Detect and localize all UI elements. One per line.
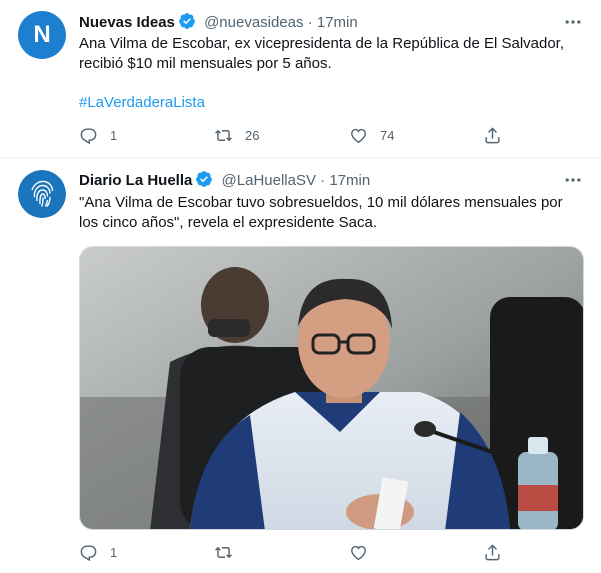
photo-illustration xyxy=(80,247,583,529)
share-button[interactable] xyxy=(483,125,502,145)
hashtag-link[interactable]: #LaVerdaderaLista xyxy=(79,93,205,113)
tweet-actions: 1 26 74 xyxy=(79,125,519,145)
separator-dot: · xyxy=(320,172,326,189)
share-icon xyxy=(485,126,500,143)
retweet-button[interactable] xyxy=(214,542,245,562)
reply-count: 1 xyxy=(110,127,118,143)
avatar-nuevas-ideas[interactable]: N xyxy=(18,11,66,59)
like-icon xyxy=(351,128,366,143)
tweet-photo[interactable] xyxy=(79,246,584,530)
avatar-letter: N xyxy=(33,21,51,48)
retweet-button[interactable]: 26 xyxy=(214,125,259,145)
separator-dot: · xyxy=(307,14,313,31)
tweet-text: Ana Vilma de Escobar, ex vicepresidenta … xyxy=(79,35,565,72)
like-button[interactable] xyxy=(349,542,380,562)
tweet-actions: 1 xyxy=(79,542,519,562)
author-handle[interactable]: @nuevasideas xyxy=(204,14,303,31)
author-name[interactable]: Diario La Huella xyxy=(79,172,192,189)
reply-count: 1 xyxy=(110,544,118,560)
reply-icon xyxy=(80,544,97,561)
avatar-diario-la-huella[interactable] xyxy=(18,170,66,218)
tweet-text: "Ana Vilma de Escobar tuvo sobresueldos,… xyxy=(79,194,563,231)
share-icon xyxy=(485,543,500,560)
like-count: 74 xyxy=(380,127,395,143)
reply-button[interactable]: 1 xyxy=(79,542,117,562)
more-options-icon[interactable] xyxy=(563,12,583,32)
author-handle[interactable]: @LaHuellaSV xyxy=(222,172,316,189)
retweet-icon xyxy=(215,129,232,141)
tweet-nuevas-ideas[interactable]: N Nuevas Ideas @nuevasideas · 17min Ana … xyxy=(0,0,601,158)
retweet-icon xyxy=(215,546,232,558)
like-icon xyxy=(351,545,366,560)
verified-badge-icon xyxy=(196,171,213,187)
retweet-count: 26 xyxy=(245,127,260,143)
timestamp[interactable]: 17min xyxy=(317,14,358,31)
tweet-header: Nuevas Ideas @nuevasideas · 17min xyxy=(79,12,358,32)
more-options-icon[interactable] xyxy=(563,170,583,190)
author-name[interactable]: Nuevas Ideas xyxy=(79,14,175,31)
tweet-header: Diario La Huella @LaHuellaSV · 17min xyxy=(79,170,370,190)
like-button[interactable]: 74 xyxy=(349,125,394,145)
reply-button[interactable]: 1 xyxy=(79,125,117,145)
reply-icon xyxy=(80,127,97,144)
verified-badge-icon xyxy=(179,13,195,29)
share-button[interactable] xyxy=(483,542,502,562)
timestamp[interactable]: 17min xyxy=(329,172,370,189)
